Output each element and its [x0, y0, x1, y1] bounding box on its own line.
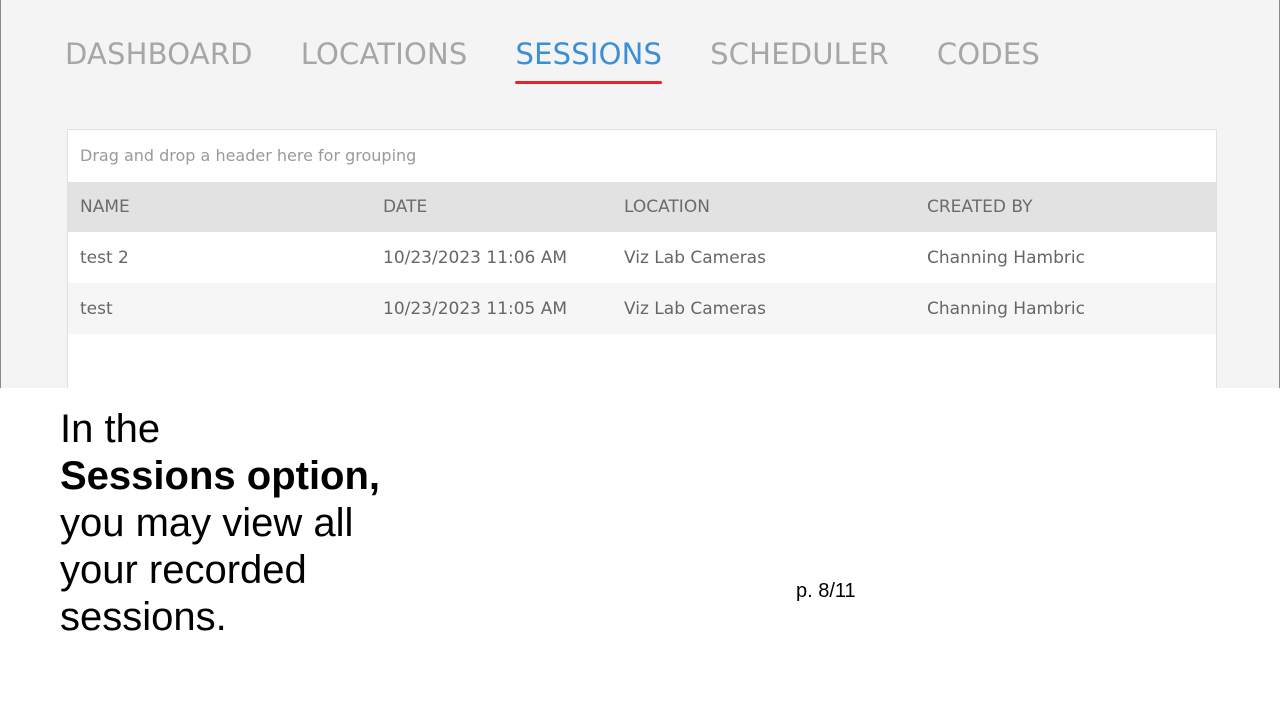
column-header-location[interactable]: LOCATION	[612, 197, 915, 217]
column-header-created-by[interactable]: CREATED BY	[915, 197, 1215, 217]
cell-name: test 2	[80, 247, 129, 268]
tab-scheduler[interactable]: SCHEDULER	[710, 36, 889, 80]
tab-codes[interactable]: CODES	[937, 36, 1040, 80]
column-header-name[interactable]: NAME	[68, 197, 371, 217]
caption-line: In the	[60, 407, 161, 451]
slide-caption: In the Sessions option, you may view all…	[60, 406, 400, 641]
cell-name: test	[80, 298, 113, 319]
column-header-date[interactable]: DATE	[371, 197, 612, 217]
cell-date: 10/23/2023 11:06 AM	[383, 247, 568, 268]
page-number: p. 8/11	[796, 580, 856, 602]
sessions-grid: Drag and drop a header here for grouping…	[67, 129, 1217, 388]
group-panel[interactable]: Drag and drop a header here for grouping	[68, 130, 1216, 182]
caption-bold-line: Sessions option,	[60, 454, 381, 498]
cell-created-by: Channing Hambric	[927, 298, 1085, 319]
cell-created-by: Channing Hambric	[927, 247, 1085, 268]
caption-line: you may view all	[60, 501, 354, 545]
tab-sessions[interactable]: SESSIONS	[515, 36, 662, 84]
top-nav: DASHBOARD LOCATIONS SESSIONS SCHEDULER C…	[65, 36, 1088, 86]
tab-dashboard[interactable]: DASHBOARD	[65, 36, 253, 80]
grid-header-row: NAME DATE LOCATION CREATED BY	[68, 182, 1216, 232]
slide: DASHBOARD LOCATIONS SESSIONS SCHEDULER C…	[0, 0, 1280, 720]
cell-location: Viz Lab Cameras	[624, 298, 766, 319]
app-screenshot: DASHBOARD LOCATIONS SESSIONS SCHEDULER C…	[0, 0, 1280, 388]
cell-date: 10/23/2023 11:05 AM	[383, 298, 568, 319]
caption-line: your recorded	[60, 548, 307, 592]
caption-line: sessions.	[60, 595, 227, 639]
cell-location: Viz Lab Cameras	[624, 247, 766, 268]
tab-locations[interactable]: LOCATIONS	[301, 36, 468, 80]
table-row[interactable]: test 2 10/23/2023 11:06 AM Viz Lab Camer…	[68, 232, 1216, 283]
table-row[interactable]: test 10/23/2023 11:05 AM Viz Lab Cameras…	[68, 283, 1216, 334]
